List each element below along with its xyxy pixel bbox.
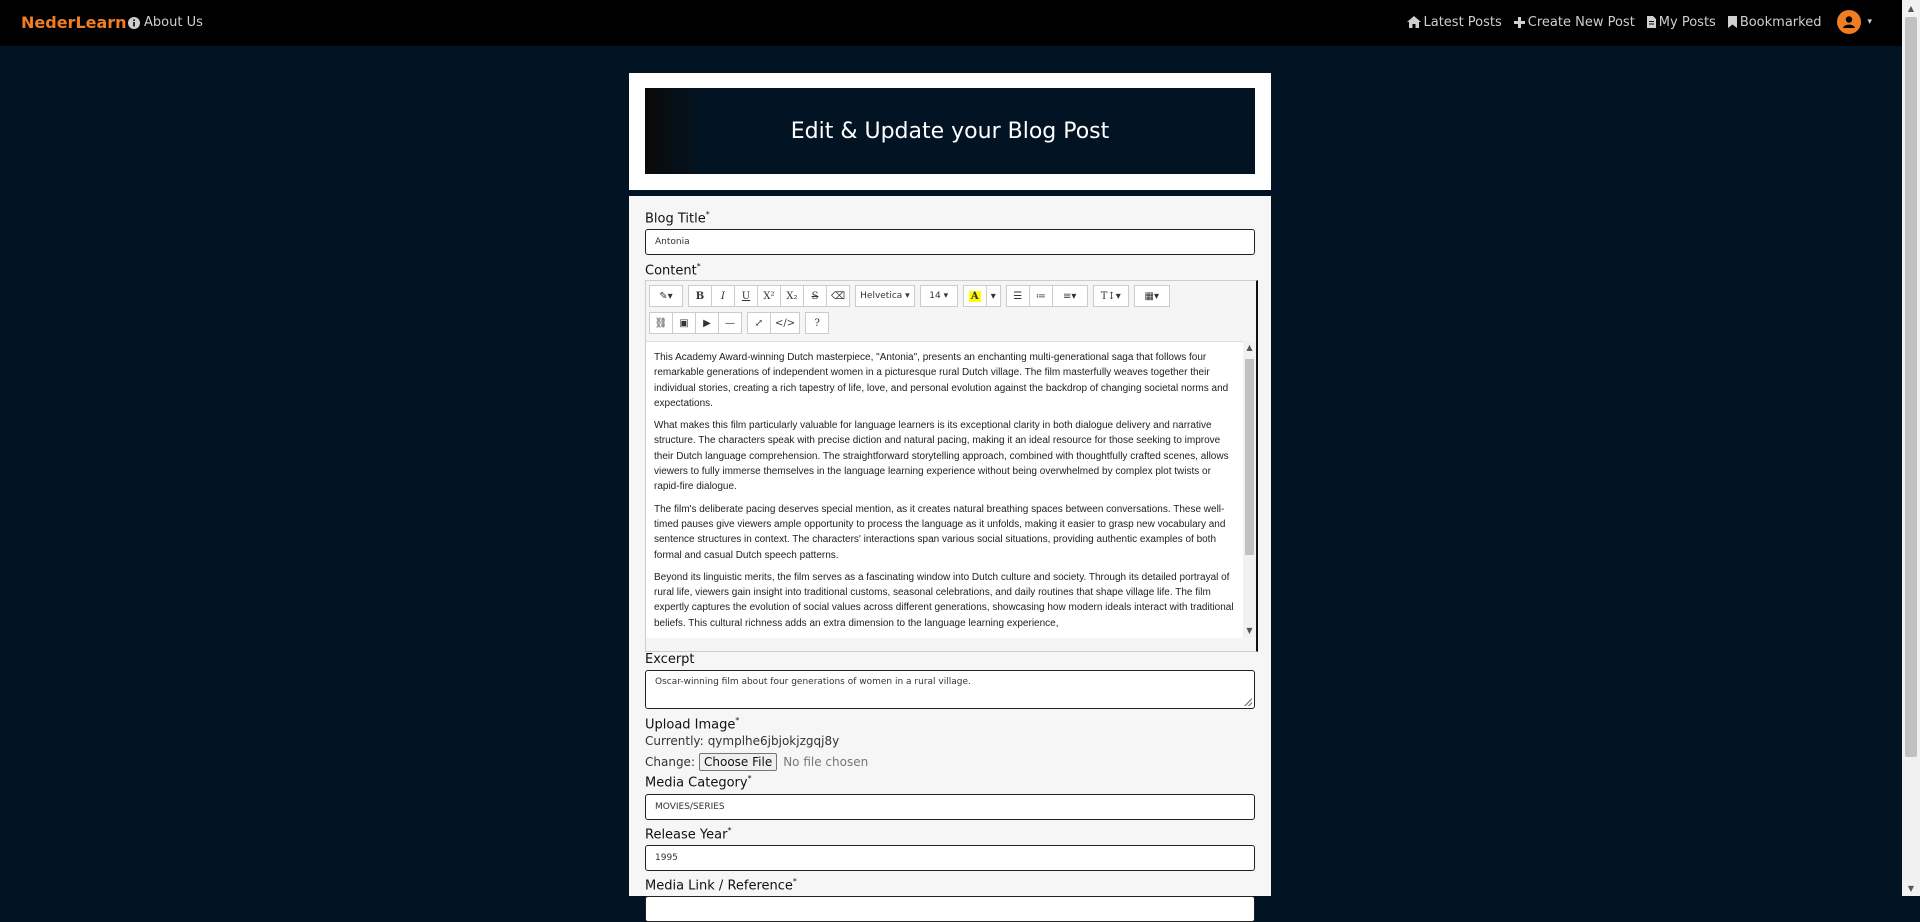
file-icon xyxy=(1646,16,1656,28)
align-icon[interactable]: ≡▾ xyxy=(1051,285,1088,307)
fullscreen-icon[interactable]: ⤢ xyxy=(747,312,771,334)
editor-content-area[interactable]: This Academy Award-winning Dutch masterp… xyxy=(646,341,1243,638)
chevron-down-icon[interactable]: ▾ xyxy=(985,285,1001,307)
bold-button[interactable]: B xyxy=(688,285,712,307)
nav-create-post[interactable]: Create New Post xyxy=(1513,14,1635,30)
excerpt-textarea[interactable]: Oscar-winning film about four generation… xyxy=(645,670,1255,709)
italic-button[interactable]: I xyxy=(711,285,735,307)
nav-my-posts[interactable]: My Posts xyxy=(1646,14,1716,30)
user-icon xyxy=(1843,16,1856,28)
about-link[interactable]: About Us xyxy=(128,15,203,30)
content-paragraph: The film's deliberate pacing deserves sp… xyxy=(654,503,1226,561)
underline-button[interactable]: U xyxy=(734,285,758,307)
plus-icon xyxy=(1513,16,1525,28)
nav-latest-posts-label: Latest Posts xyxy=(1423,14,1502,30)
release-year-value: 1995 xyxy=(655,853,678,863)
blog-title-label: Blog Title* xyxy=(645,210,710,227)
edit-post-form: Blog Title* Antonia Content* ✎▾ B I U X²… xyxy=(629,196,1271,922)
subscript-button[interactable]: X₂ xyxy=(780,285,804,307)
editor-scroll-thumb[interactable] xyxy=(1245,359,1254,555)
change-image: Change: Choose File No file chosen xyxy=(645,753,868,771)
current-image: Currently: qymplhe6jbjokjzgqj8y xyxy=(645,734,839,748)
code-view-icon[interactable]: </> xyxy=(770,312,801,334)
media-link-input[interactable] xyxy=(645,896,1255,922)
nav-latest-posts[interactable]: Latest Posts xyxy=(1406,14,1502,30)
bookmark-icon xyxy=(1727,16,1737,28)
blog-title-value: Antonia xyxy=(655,237,690,247)
rich-text-editor: ✎▾ B I U X² X₂ S ⌫ Helvetica ▾ 14 ▾ A ▾ … xyxy=(645,280,1258,652)
scroll-down-arrow-icon[interactable]: ▼ xyxy=(1902,880,1920,896)
upload-image-label: Upload Image* xyxy=(645,716,740,733)
strikethrough-button[interactable]: S xyxy=(803,285,827,307)
header-banner: Edit & Update your Blog Post xyxy=(645,88,1255,174)
editor-toolbar-row-1: ✎▾ B I U X² X₂ S ⌫ Helvetica ▾ 14 ▾ A ▾ … xyxy=(649,285,1170,307)
release-year-label: Release Year* xyxy=(645,826,732,843)
scroll-down-arrow-icon[interactable]: ▼ xyxy=(1243,626,1256,635)
help-icon[interactable]: ? xyxy=(805,312,830,334)
user-avatar[interactable] xyxy=(1837,10,1862,34)
superscript-button[interactable]: X² xyxy=(757,285,781,307)
eraser-icon[interactable]: ⌫ xyxy=(826,285,851,307)
no-file-text: No file chosen xyxy=(783,755,869,769)
ordered-list-icon[interactable]: ≔ xyxy=(1028,285,1053,307)
video-icon[interactable]: ▶ xyxy=(695,312,719,334)
horizontal-rule-icon[interactable]: — xyxy=(718,312,742,334)
text-color-button[interactable]: A xyxy=(962,285,987,307)
choose-file-button[interactable]: Choose File xyxy=(699,753,778,771)
scroll-thumb[interactable] xyxy=(1905,17,1917,757)
line-height-icon[interactable]: T↕▾ xyxy=(1092,285,1129,307)
resize-handle-icon[interactable] xyxy=(1244,698,1252,706)
currently-value[interactable]: qymplhe6jbjokjzgqj8y xyxy=(708,734,840,748)
home-icon xyxy=(1406,16,1421,28)
blog-title-input[interactable]: Antonia xyxy=(645,229,1255,255)
page-scrollbar[interactable]: ▲ ▼ xyxy=(1902,0,1920,896)
release-year-input[interactable]: 1995 xyxy=(645,845,1255,871)
nav-create-post-label: Create New Post xyxy=(1527,14,1635,30)
change-label: Change: xyxy=(645,755,695,769)
excerpt-value: Oscar-winning film about four generation… xyxy=(655,677,971,687)
media-category-value: MOVIES/SERIES xyxy=(655,802,725,812)
link-icon[interactable]: ⛓ xyxy=(649,312,673,334)
chevron-down-icon[interactable]: ▾ xyxy=(1867,17,1872,27)
unordered-list-icon[interactable]: ☰ xyxy=(1005,285,1030,307)
content-paragraph: This Academy Award-winning Dutch masterp… xyxy=(654,352,1229,409)
excerpt-label: Excerpt xyxy=(645,652,695,667)
content-paragraph: Beyond its linguistic merits, the film s… xyxy=(654,571,1234,629)
about-label: About Us xyxy=(144,15,203,30)
brand-logo[interactable]: NederLearn xyxy=(21,13,127,32)
scroll-up-arrow-icon[interactable]: ▲ xyxy=(1902,0,1920,16)
nav-my-posts-label: My Posts xyxy=(1658,14,1716,30)
page-title: Edit & Update your Blog Post xyxy=(790,118,1110,144)
content-label: Content* xyxy=(645,262,701,279)
editor-toolbar-row-2: ⛓ ▣ ▶ — ⤢ </> ? xyxy=(649,312,830,334)
media-link-label: Media Link / Reference* xyxy=(645,877,797,894)
nav-bookmarked-label: Bookmarked xyxy=(1739,14,1822,30)
table-icon[interactable]: ▦▾ xyxy=(1133,285,1170,307)
image-icon[interactable]: ▣ xyxy=(672,312,696,334)
content-paragraph: What makes this film particularly valuab… xyxy=(654,420,1229,493)
font-family-select[interactable]: Helvetica ▾ xyxy=(855,285,915,307)
media-category-label: Media Category* xyxy=(645,774,752,791)
navbar: NederLearn About Us Latest Posts Create … xyxy=(0,0,1902,46)
info-icon xyxy=(128,16,140,29)
editor-scrollbar[interactable]: ▲ ▼ xyxy=(1243,341,1256,637)
magic-wand-icon[interactable]: ✎▾ xyxy=(649,285,683,307)
nav-right: Latest Posts Create New Post My Posts Bo… xyxy=(1406,10,1872,34)
media-category-input[interactable]: MOVIES/SERIES xyxy=(645,794,1255,820)
header-card: Edit & Update your Blog Post xyxy=(629,73,1271,190)
currently-label: Currently: xyxy=(645,734,704,748)
nav-bookmarked[interactable]: Bookmarked xyxy=(1727,14,1822,30)
font-size-select[interactable]: 14 ▾ xyxy=(919,285,958,307)
scroll-up-arrow-icon[interactable]: ▲ xyxy=(1243,343,1256,352)
